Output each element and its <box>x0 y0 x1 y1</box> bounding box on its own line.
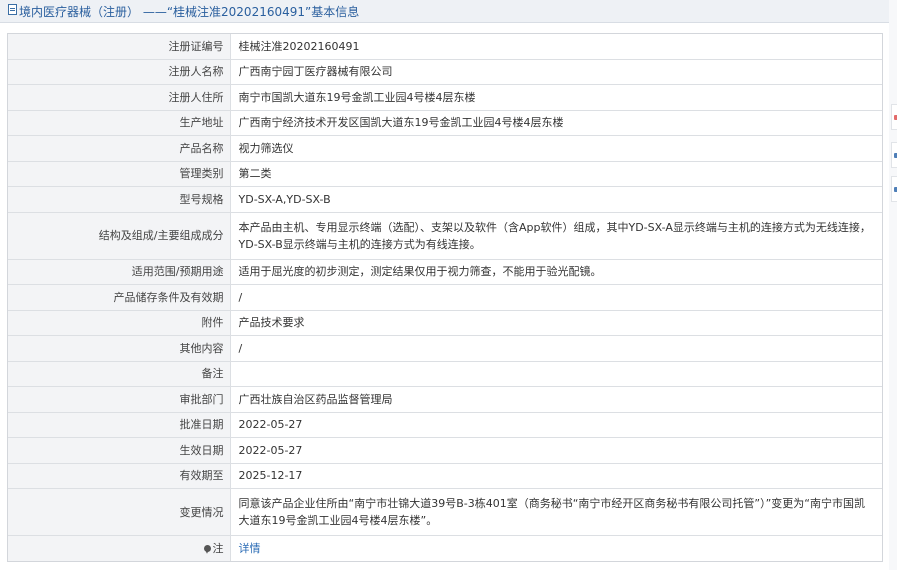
table-row: 生产地址 广西南宁经济技术开发区国凯大道东19号金凯工业园4号楼4层东楼 <box>8 110 882 136</box>
field-value: 产品技术要求 <box>230 310 882 336</box>
note-label-cell: 注 <box>8 535 231 561</box>
table-row: 注册证编号 桂械注准20202160491 <box>8 34 882 60</box>
field-value: 本产品由主机、专用显示终端（选配）、支架以及软件（含App软件）组成，其中YD-… <box>230 212 882 260</box>
field-label: 管理类别 <box>8 161 231 187</box>
field-label: 生产地址 <box>8 110 231 136</box>
note-value-cell: 详情 <box>230 535 882 561</box>
side-tab-icon[interactable] <box>891 104 897 130</box>
field-label: 其他内容 <box>8 335 231 362</box>
field-label: 生效日期 <box>8 437 231 464</box>
table-row: 产品储存条件及有效期 / <box>8 284 882 311</box>
field-value: YD-SX-A,YD-SX-B <box>230 186 882 213</box>
field-label: 型号规格 <box>8 186 231 213</box>
field-label: 批准日期 <box>8 412 231 438</box>
page-header: 境内医疗器械（注册） ——“桂械注准20202160491”基本信息 <box>0 0 895 23</box>
side-tab-icon[interactable] <box>891 142 897 168</box>
field-value: 广西南宁园丁医疗器械有限公司 <box>230 59 882 85</box>
detail-table: 注册证编号 桂械注准20202160491 注册人名称 广西南宁园丁医疗器械有限… <box>7 33 883 562</box>
field-value: 2022-05-27 <box>230 437 882 464</box>
table-row: 产品名称 视力筛选仪 <box>8 135 882 162</box>
table-row: 有效期至 2025-12-17 <box>8 463 882 489</box>
table-row: 其他内容 / <box>8 335 882 362</box>
field-value: / <box>230 335 882 362</box>
field-label: 附件 <box>8 310 231 336</box>
field-value: 广西南宁经济技术开发区国凯大道东19号金凯工业园4号楼4层东楼 <box>230 110 882 136</box>
table-row: 生效日期 2022-05-27 <box>8 437 882 464</box>
field-value: 适用于屈光度的初步测定，测定结果仅用于视力筛查，不能用于验光配镜。 <box>230 259 882 285</box>
field-value: 第二类 <box>230 161 882 187</box>
pin-icon <box>203 544 211 552</box>
table-row: 注 详情 <box>8 535 882 561</box>
field-value: / <box>230 284 882 311</box>
table-row: 型号规格 YD-SX-A,YD-SX-B <box>8 186 882 213</box>
table-row: 管理类别 第二类 <box>8 161 882 187</box>
field-label: 有效期至 <box>8 463 231 489</box>
field-value: 2022-05-27 <box>230 412 882 438</box>
field-label: 注册人住所 <box>8 84 231 111</box>
field-value: 南宁市国凯大道东19号金凯工业园4号楼4层东楼 <box>230 84 882 111</box>
table-row: 注册人名称 广西南宁园丁医疗器械有限公司 <box>8 59 882 85</box>
field-value: 广西壮族自治区药品监督管理局 <box>230 386 882 413</box>
field-label: 审批部门 <box>8 386 231 413</box>
field-label: 注册人名称 <box>8 59 231 85</box>
table-row: 注册人住所 南宁市国凯大道东19号金凯工业园4号楼4层东楼 <box>8 84 882 111</box>
field-value: 桂械注准20202160491 <box>230 34 882 60</box>
table-row: 适用范围/预期用途 适用于屈光度的初步测定，测定结果仅用于视力筛查，不能用于验光… <box>8 259 882 285</box>
field-label: 备注 <box>8 361 231 387</box>
field-label: 注册证编号 <box>8 34 231 60</box>
field-label: 产品储存条件及有效期 <box>8 284 231 311</box>
details-link[interactable]: 详情 <box>239 542 261 555</box>
field-label: 变更情况 <box>8 488 231 536</box>
field-value: 2025-12-17 <box>230 463 882 489</box>
table-row: 结构及组成/主要组成成分 本产品由主机、专用显示终端（选配）、支架以及软件（含A… <box>8 212 882 260</box>
field-label: 适用范围/预期用途 <box>8 259 231 285</box>
field-label: 结构及组成/主要组成成分 <box>8 212 231 260</box>
page-title: 境内医疗器械（注册） ——“桂械注准20202160491”基本信息 <box>19 5 360 19</box>
document-icon <box>8 4 17 15</box>
field-value: 同意该产品企业住所由“南宁市壮锦大道39号B-3栋401室（商务秘书“南宁市经开… <box>230 488 882 536</box>
field-label: 产品名称 <box>8 135 231 162</box>
table-row: 附件 产品技术要求 <box>8 310 882 336</box>
table-row: 批准日期 2022-05-27 <box>8 412 882 438</box>
table-row: 审批部门 广西壮族自治区药品监督管理局 <box>8 386 882 413</box>
field-value: 视力筛选仪 <box>230 135 882 162</box>
table-row: 备注 <box>8 361 882 387</box>
note-label: 注 <box>212 541 224 555</box>
field-value <box>230 361 882 387</box>
right-sidebar <box>889 0 897 570</box>
side-tab-icon[interactable] <box>891 176 897 202</box>
table-row: 变更情况 同意该产品企业住所由“南宁市壮锦大道39号B-3栋401室（商务秘书“… <box>8 488 882 536</box>
